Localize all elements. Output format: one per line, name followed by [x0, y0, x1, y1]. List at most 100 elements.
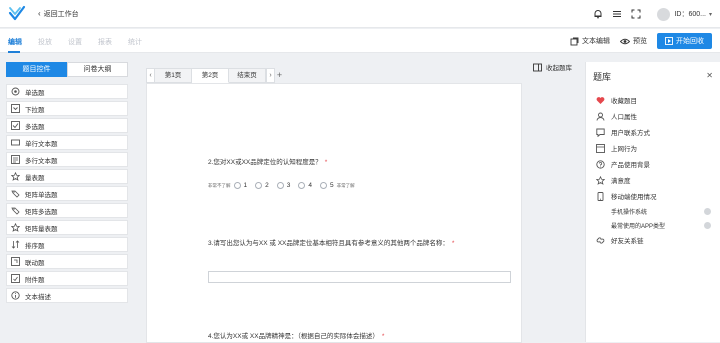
scale-option-5[interactable]: 5	[320, 182, 334, 189]
bank-category-item[interactable]: 上网行为	[586, 140, 720, 156]
info-dot-icon[interactable]	[704, 207, 711, 215]
survey-editor: ‹ 第1页 第2页 结束页 › + 2.您对XX或XX品牌定位的认知程度是？ * …	[146, 68, 522, 343]
step-publish[interactable]: 投放	[38, 37, 52, 47]
bell-icon[interactable]	[591, 7, 605, 21]
bank-category-item[interactable]: 人口属性	[586, 108, 720, 124]
step-report[interactable]: 报表	[98, 37, 112, 47]
radio-icon	[233, 182, 241, 189]
chevron-down-icon[interactable]: ▾	[709, 11, 712, 18]
question-4-title: 4.您认为XX或 XX品牌精神是：（根据自己的实际体会描述）	[208, 333, 379, 340]
survey-page-canvas: 2.您对XX或XX品牌定位的认知程度是？ * 非常不了解 1 2 3 4 5 非常…	[146, 83, 522, 343]
add-page-button[interactable]: +	[275, 68, 284, 83]
question-type-label: 多选题	[25, 123, 45, 131]
question-type-item[interactable]: 量表题	[6, 169, 128, 184]
close-icon[interactable]: ✕	[706, 71, 713, 80]
required-mark: *	[381, 333, 385, 340]
tab-outline[interactable]: 问卷大纲	[67, 62, 128, 77]
question-3[interactable]: 3.请写出您认为与XX 或 XX品牌定位基本相符且具有参考意义的其他两个品牌名称…	[208, 237, 454, 247]
scale-option-2[interactable]: 2	[255, 182, 269, 189]
chevron-left-icon: ‹	[38, 9, 41, 18]
bank-category-item[interactable]: 移动端使用情况	[586, 188, 720, 204]
scale-option-label: 2	[265, 182, 269, 189]
top-bar: ‹ 返回工作台 ID：600... ▾	[0, 0, 720, 28]
tab-page-1[interactable]: 第1页	[155, 68, 192, 83]
bank-category-label: 人口属性	[611, 114, 637, 121]
question-type-item[interactable]: 下拉题	[6, 101, 128, 116]
question-type-label: 单行文本题	[25, 140, 58, 148]
question-type-item[interactable]: 矩阵量表题	[6, 220, 128, 235]
question-3-answer-input[interactable]	[208, 271, 511, 283]
tab-question-controls[interactable]: 题目控件	[6, 62, 67, 77]
tab-page-2[interactable]: 第2页	[192, 68, 229, 83]
matrix-checkbox-icon	[11, 206, 20, 215]
bank-category-label: 满意度	[611, 178, 631, 185]
scale-option-label: 5	[330, 182, 334, 189]
scale-icon	[11, 172, 20, 181]
start-collect-button[interactable]: 开始回收	[657, 33, 712, 49]
text-edit-icon	[570, 37, 579, 45]
expand-icon[interactable]	[629, 7, 643, 21]
back-to-workspace-link[interactable]: ‹ 返回工作台	[38, 9, 79, 19]
question-type-item[interactable]: 文本描述	[6, 288, 128, 303]
back-label: 返回工作台	[43, 11, 79, 18]
heart-icon	[596, 96, 605, 105]
star-icon	[596, 175, 605, 185]
text-edit-button[interactable]: 文本编辑	[570, 36, 610, 46]
sort-icon	[11, 240, 20, 249]
scale-option-label: 4	[308, 182, 312, 189]
tab-end-page[interactable]: 结束页	[229, 68, 266, 83]
question-type-item[interactable]: 矩阵多选题	[6, 203, 128, 218]
question-type-item[interactable]: 联动题	[6, 254, 128, 269]
menu-icon[interactable]	[610, 7, 624, 21]
question-type-item[interactable]: 单选题	[6, 84, 128, 99]
preview-button[interactable]: 预览	[620, 36, 647, 46]
question-type-item[interactable]: 附件题	[6, 271, 128, 286]
question-bank-panel: 题库 ✕ 收藏题目 人口属性 用户联系方式 上网行为 产品使用背景 满意度 移动端使用情况手…	[585, 62, 720, 342]
browser-icon	[596, 143, 605, 153]
question-type-label: 联动题	[25, 259, 45, 267]
step-statistics[interactable]: 统计	[128, 37, 142, 47]
collapse-bank-button[interactable]: 收起题库	[533, 62, 572, 72]
scale-option-4[interactable]: 4	[298, 182, 312, 189]
bank-category-item[interactable]: 用户联系方式	[586, 124, 720, 140]
page-next-button[interactable]: ›	[266, 68, 275, 83]
question-type-item[interactable]: 单行文本题	[6, 135, 128, 150]
step-bar: 编辑 投放 设置 报表 统计 文本编辑 预览 开始回收	[0, 29, 720, 53]
question-bank-list: 收藏题目人口属性用户联系方式 上网行为 产品使用背景满意度移动端使用情况 手机操作系统…	[586, 92, 720, 248]
bank-category-item[interactable]: 满意度	[586, 172, 720, 188]
toolbar-actions: 文本编辑 预览 开始回收	[570, 33, 712, 49]
header-right: ID：600... ▾	[586, 6, 712, 22]
radio-icon	[276, 182, 284, 189]
collapse-icon	[533, 63, 542, 71]
bank-category-item[interactable]: 产品使用背景	[586, 156, 720, 172]
question-3-title: 3.请写出您认为与XX 或 XX品牌定位基本相符且具有参考意义的其他两个品牌名称…	[208, 240, 449, 247]
step-settings[interactable]: 设置	[68, 37, 82, 47]
scale-option-1[interactable]: 1	[233, 182, 247, 189]
matrix-scale-icon	[11, 223, 20, 232]
question-type-item[interactable]: 矩阵单选题	[6, 186, 128, 201]
bank-category-item[interactable]: 好友关系链	[586, 232, 720, 248]
scale-high-label: 非常了解	[336, 182, 355, 188]
question-4[interactable]: 4.您认为XX或 XX品牌精神是：（根据自己的实际体会描述） *	[208, 330, 384, 340]
radio-icon	[11, 87, 20, 96]
bank-subcategory-item[interactable]: 最常使用的APP类型	[586, 218, 720, 232]
question-type-item[interactable]: 排序题	[6, 237, 128, 252]
page-prev-button[interactable]: ‹	[146, 68, 155, 83]
scale-option-3[interactable]: 3	[276, 182, 290, 189]
text-edit-label: 文本编辑	[582, 38, 610, 45]
user-id[interactable]: ID：600...	[674, 9, 706, 19]
link-icon	[11, 257, 20, 266]
question-2[interactable]: 2.您对XX或XX品牌定位的认知程度是？ *	[208, 156, 327, 166]
info-dot-icon[interactable]	[704, 221, 711, 229]
step-edit[interactable]: 编辑	[8, 37, 22, 47]
question-type-label: 矩阵量表题	[25, 225, 58, 233]
question-type-item[interactable]: 多行文本题	[6, 152, 128, 167]
collapse-bank-label: 收起题库	[546, 65, 572, 72]
question-type-label: 下拉题	[25, 106, 45, 114]
bank-subcategory-item[interactable]: 手机操作系统	[586, 204, 720, 218]
multi-line-text-icon	[11, 155, 20, 164]
bank-category-item[interactable]: 收藏题目	[586, 92, 720, 108]
avatar[interactable]	[657, 7, 671, 21]
question-type-item[interactable]: 多选题	[6, 118, 128, 133]
bank-subcategory-label: 最常使用的APP类型	[611, 223, 666, 230]
